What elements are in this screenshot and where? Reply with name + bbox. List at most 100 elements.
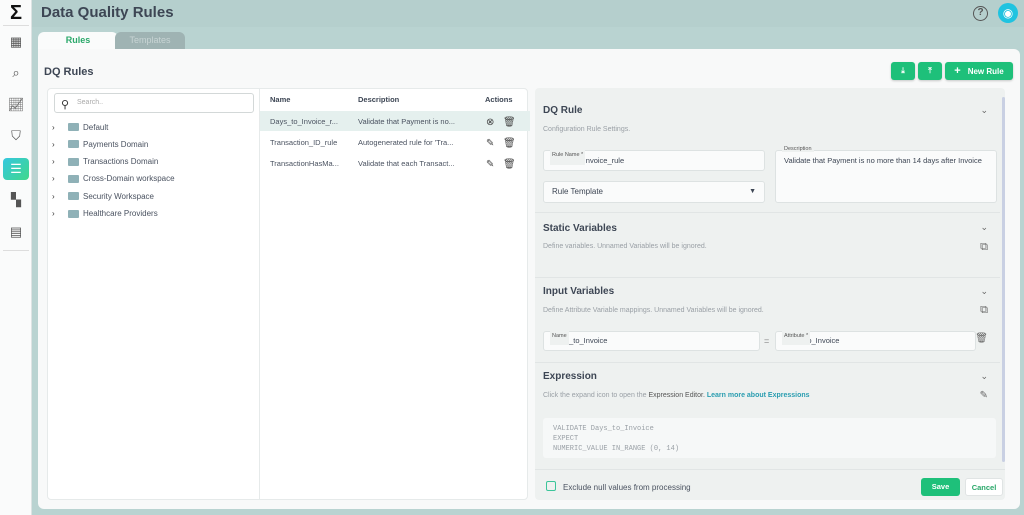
- new-rule-button[interactable]: + New Rule: [945, 62, 1013, 80]
- input-variables-title: Input Variables: [543, 286, 615, 297]
- expression-desc: Click the expand icon to open the Expres…: [543, 392, 810, 399]
- edit-pencil-icon[interactable]: ✎: [486, 159, 494, 170]
- chevron-right-icon[interactable]: ›: [52, 123, 64, 132]
- dashboard-icon[interactable]: ▚: [6, 190, 26, 210]
- input-variables-section: Input Variables ⌄ Define Attribute Varia…: [535, 278, 1000, 363]
- save-button[interactable]: Save: [921, 478, 960, 496]
- dq-rule-section: DQ Rule ⌄ Configuration Rule Settings. R…: [535, 88, 1000, 213]
- add-variable-icon[interactable]: ⧉: [980, 304, 988, 317]
- cancel-circle-icon[interactable]: ⊗: [486, 117, 494, 128]
- caret-down-icon: ▼: [749, 188, 756, 195]
- folder-label: Payments Domain: [83, 139, 149, 149]
- table-row[interactable]: Days_to_Invoice_r... Validate that Paymen…: [260, 111, 530, 131]
- rules-table: Name Description Actions Days_to_Invoice…: [259, 89, 530, 499]
- table-row[interactable]: TransactionHasMa... Validate that each Tr…: [260, 153, 530, 173]
- upload-icon: ⤒: [928, 66, 932, 75]
- edit-pencil-icon[interactable]: ✎: [980, 390, 988, 401]
- tree-folder[interactable]: › Transactions Domain: [52, 156, 158, 168]
- folder-label: Transactions Domain: [83, 157, 159, 167]
- static-variables-section: Static Variables ⌄ Define variables. Unn…: [535, 213, 1000, 278]
- chevron-right-icon[interactable]: ›: [52, 140, 64, 149]
- tree-folder[interactable]: › Cross-Domain workspace: [52, 173, 175, 185]
- document-icon[interactable]: ▤: [6, 222, 26, 242]
- folder-label: Cross-Domain workspace: [83, 174, 175, 184]
- code-line: EXPECT: [553, 435, 579, 443]
- tree-folder[interactable]: › Healthcare Providers: [52, 208, 158, 220]
- rule-description-cell: Autogenerated rule for 'Tra...: [358, 138, 454, 147]
- page-header-title: Data Quality Rules: [41, 4, 174, 21]
- tree-folder[interactable]: › Security Workspace: [52, 190, 154, 202]
- table-row[interactable]: Transaction_ID_rule Autogenerated rule fo…: [260, 132, 530, 152]
- rule-name-label: Rule Name *: [550, 146, 586, 165]
- tree-folder[interactable]: › Default: [52, 121, 108, 133]
- folder-icon: [68, 140, 79, 149]
- rule-template-select[interactable]: Rule Template ▼: [543, 181, 765, 203]
- folder-icon: [68, 209, 79, 218]
- chevron-right-icon[interactable]: ›: [52, 192, 64, 201]
- attribute-field[interactable]: Attribute * Days_to_Invoice: [775, 327, 976, 351]
- download-button[interactable]: ⤓: [891, 62, 915, 80]
- search-report-icon[interactable]: ⌕: [6, 63, 26, 83]
- rule-description-cell: Validate that each Transact...: [358, 159, 455, 168]
- input-variables-desc: Define Attribute Variable mappings. Unna…: [543, 307, 764, 314]
- trash-icon[interactable]: 🗑︎: [503, 159, 516, 170]
- folder-icon: [68, 192, 79, 201]
- chart-icon[interactable]: 📈︎: [6, 95, 26, 115]
- equals-sign: =: [764, 336, 770, 346]
- chevron-down-icon[interactable]: ⌄: [980, 371, 988, 382]
- dq-rule-title: DQ Rule: [543, 105, 583, 116]
- rules-browser: ⚲ Search.. › Default › Payments Domain › Trans…: [47, 88, 530, 500]
- chevron-down-icon[interactable]: ⌄: [980, 105, 988, 116]
- tab-templates[interactable]: Templates: [115, 32, 185, 49]
- cancel-button[interactable]: Cancel: [965, 478, 1003, 496]
- edit-pencil-icon[interactable]: ✎: [486, 138, 494, 149]
- sliders-icon[interactable]: ☰: [3, 158, 29, 180]
- sidebar: Σ ▦ ⌕ 📈︎ ⛉ ☰ ▚ ▤: [0, 0, 32, 515]
- scrollbar[interactable]: [1002, 97, 1005, 462]
- rule-name-field[interactable]: Rule Name * Days_to_Invoice_rule: [543, 146, 765, 171]
- expression-desc-text: Click the expand icon to open the: [543, 392, 647, 399]
- header: Data Quality Rules ? ◉: [32, 0, 1024, 27]
- folder-icon: [68, 157, 79, 166]
- new-rule-label: New Rule: [967, 66, 1004, 76]
- description-label: Description: [782, 146, 814, 152]
- table-icon[interactable]: ▦: [6, 32, 26, 52]
- trash-icon[interactable]: 🗑︎: [503, 138, 516, 149]
- plus-icon: +: [954, 65, 961, 77]
- expression-code: VALIDATE Days_to_Invoice EXPECT NUMERIC_…: [543, 418, 996, 458]
- chevron-right-icon[interactable]: ›: [52, 157, 64, 166]
- main-panel: DQ Rules ⤓ ⤒ + New Rule ⚲ Search.. › Defaul…: [38, 49, 1020, 509]
- upload-button[interactable]: ⤒: [918, 62, 942, 80]
- trash-icon[interactable]: 🗑︎: [503, 117, 516, 128]
- tab-rules[interactable]: Rules: [38, 32, 118, 49]
- help-icon[interactable]: ?: [973, 6, 988, 21]
- folder-icon: [68, 123, 79, 131]
- trash-icon[interactable]: 🗑︎: [975, 333, 988, 344]
- chevron-right-icon[interactable]: ›: [52, 174, 64, 183]
- exclude-null-label: Exclude null values from processing: [563, 483, 691, 492]
- rule-editor: DQ Rule ⌄ Configuration Rule Settings. R…: [535, 88, 1005, 500]
- tree-folder[interactable]: › Payments Domain: [52, 138, 148, 150]
- code-line: NUMERIC_VALUE IN_RANGE (0, 14): [553, 445, 680, 453]
- learn-more-link[interactable]: Learn more about Expressions: [707, 392, 810, 399]
- static-variables-title: Static Variables: [543, 223, 617, 234]
- rule-template-placeholder: Rule Template: [552, 187, 603, 196]
- description-field[interactable]: Description Validate that Payment is no m…: [775, 146, 997, 203]
- col-name: Name: [270, 95, 291, 104]
- col-description: Description: [358, 95, 400, 104]
- col-actions: Actions: [485, 95, 513, 104]
- code-line: VALIDATE Days_to_Invoice: [553, 425, 654, 433]
- chevron-right-icon[interactable]: ›: [52, 209, 64, 218]
- search-input[interactable]: ⚲ Search..: [54, 93, 254, 113]
- logo[interactable]: Σ: [6, 2, 26, 24]
- download-icon: ⤓: [901, 66, 905, 75]
- exclude-null-checkbox[interactable]: [546, 481, 556, 491]
- expression-editor-text: Expression Editor.: [648, 392, 705, 399]
- dq-rule-subtitle: Configuration Rule Settings.: [543, 126, 631, 133]
- add-variable-icon[interactable]: ⧉: [980, 241, 988, 254]
- chevron-down-icon[interactable]: ⌄: [980, 222, 988, 233]
- user-avatar-icon[interactable]: ◉: [998, 3, 1018, 23]
- variable-name-field[interactable]: Name Days_to_Invoice: [543, 327, 760, 351]
- shield-check-icon[interactable]: ⛉: [6, 126, 26, 146]
- chevron-down-icon[interactable]: ⌄: [980, 286, 988, 297]
